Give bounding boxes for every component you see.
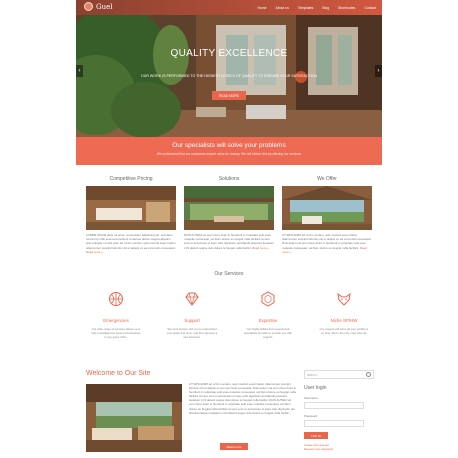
top-navigation-bar: Guel Home About us Templates Blog Shortc… bbox=[76, 0, 382, 15]
feature-text: DUIS AUTEM vel eum iriure dolor in hendr… bbox=[184, 233, 274, 250]
feature-columns: Competitive Pricing LOREM IPSUM dolor si… bbox=[86, 176, 372, 254]
service-title: Expertise bbox=[258, 318, 278, 323]
welcome-text: UT WISI ENIM ad minim veniam, quis nostr… bbox=[189, 382, 297, 415]
service-title: Emergencies bbox=[103, 318, 129, 323]
hero-title: QUALITY EXCELLENCE bbox=[170, 48, 288, 59]
feature-title: Competitive Pricing bbox=[109, 176, 153, 182]
feature-column: Solutions DUIS AUTEM vel eum iriure dolo… bbox=[184, 176, 274, 254]
logo-icon bbox=[84, 2, 93, 11]
password-label: Password bbox=[304, 414, 318, 418]
service-item[interactable]: Emergencies Our wide range of services a… bbox=[90, 290, 142, 339]
promo-subtitle: We understand that our customers expect … bbox=[156, 152, 302, 156]
welcome-read-more-button[interactable]: Read more bbox=[220, 443, 248, 450]
nav-item-blog[interactable]: Blog bbox=[322, 6, 329, 10]
search-icon[interactable] bbox=[366, 372, 371, 377]
hexagon-icon bbox=[242, 290, 294, 308]
feature-title: We Offer bbox=[317, 176, 337, 182]
nav-item-templates[interactable]: Templates bbox=[298, 6, 313, 10]
hero-slider: QUALITY EXCELLENCE OUR WORK IS PERFORMED… bbox=[76, 15, 382, 137]
feature-text: LOREM IPSUM dolor sit amet, consectetur … bbox=[86, 233, 176, 254]
service-text: Our wide range of services allows us to … bbox=[91, 327, 141, 339]
nav-item-shortcodes[interactable]: Shortcodes bbox=[338, 6, 355, 10]
promo-band: Our specialists will solve your problems… bbox=[76, 137, 382, 165]
basketball-icon bbox=[90, 290, 142, 308]
nav-item-home[interactable]: Home bbox=[257, 6, 266, 10]
nav-item-contact[interactable]: Contact bbox=[364, 6, 376, 10]
request-password-link[interactable]: Request new password bbox=[304, 447, 374, 451]
diamond-icon bbox=[166, 290, 218, 308]
feature-image[interactable] bbox=[282, 186, 372, 230]
feature-image[interactable] bbox=[184, 186, 274, 230]
services-list: Emergencies Our wide range of services a… bbox=[90, 290, 370, 339]
site-logo[interactable]: Guel bbox=[84, 2, 112, 11]
service-item[interactable]: Support We work closely with you to unde… bbox=[166, 290, 218, 339]
services-heading: Our Services bbox=[214, 271, 244, 277]
service-title: Support bbox=[184, 318, 200, 323]
search-placeholder: search... bbox=[307, 372, 320, 377]
service-text: We work closely with you to understand y… bbox=[166, 327, 218, 339]
promo-title: Our specialists will solve your problems bbox=[172, 142, 286, 149]
nav-item-about-us[interactable]: About us bbox=[276, 6, 289, 10]
service-item[interactable]: Expertise Our highly skilled and experie… bbox=[242, 290, 294, 339]
main-menu: Home About us Templates Blog Shortcodes … bbox=[257, 0, 376, 15]
password-field[interactable] bbox=[304, 420, 364, 427]
search-input[interactable]: search... bbox=[304, 370, 374, 379]
feature-column: We Offer UT WISI ENIM ad minim veniam, q… bbox=[282, 176, 372, 254]
feature-title: Solutions bbox=[218, 176, 240, 182]
slider-next-arrow-icon[interactable]: › bbox=[375, 65, 382, 77]
account-links: Create new account Request new password bbox=[304, 443, 374, 451]
service-item[interactable]: Niche SP/HW Our experts will solve all y… bbox=[318, 290, 370, 339]
fox-icon bbox=[318, 290, 370, 308]
login-title: User login bbox=[304, 385, 327, 391]
welcome-image bbox=[86, 384, 182, 452]
username-field[interactable] bbox=[304, 402, 364, 409]
welcome-title: Welcome to Our Site bbox=[86, 370, 151, 377]
sidebar: search... User login Username Password L… bbox=[304, 370, 374, 451]
read-more-link[interactable]: Read more » bbox=[252, 246, 269, 250]
username-label: Username bbox=[304, 396, 318, 400]
service-text: Our highly skilled and experienced speci… bbox=[244, 327, 292, 339]
service-text: Our experts will solve all your problems… bbox=[319, 327, 369, 335]
login-button[interactable]: LOG IN bbox=[304, 432, 328, 439]
service-title: Niche SP/HW bbox=[330, 318, 358, 323]
feature-column: Competitive Pricing LOREM IPSUM dolor si… bbox=[86, 176, 176, 254]
hero-read-more-button[interactable]: READ MORE bbox=[212, 91, 246, 100]
hero-subtitle: OUR WORK IS PERFORMED TO THE HIGHEST LEV… bbox=[140, 74, 318, 78]
page: Guel Home About us Templates Blog Shortc… bbox=[76, 0, 382, 458]
slider-prev-arrow-icon[interactable]: ‹ bbox=[76, 65, 83, 77]
brand-name: Guel bbox=[96, 2, 113, 11]
feature-text: UT WISI ENIM ad minim veniam, quis nostr… bbox=[282, 233, 372, 254]
feature-image[interactable] bbox=[86, 186, 176, 230]
read-more-link[interactable]: Read more » bbox=[86, 250, 103, 254]
